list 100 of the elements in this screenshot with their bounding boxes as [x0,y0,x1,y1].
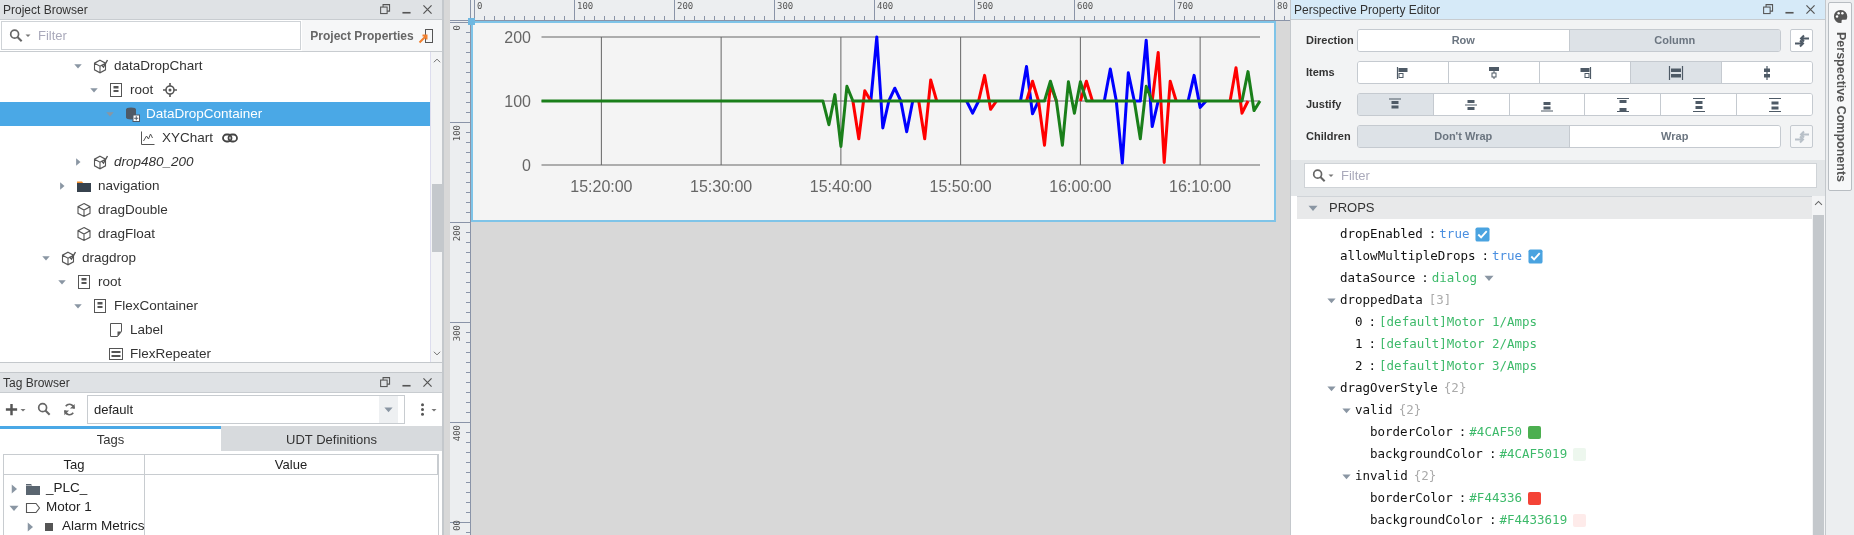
checkbox[interactable] [1475,226,1491,242]
tree-item[interactable]: FlexContainer [0,294,430,318]
property-key[interactable]: 0 [1355,312,1363,332]
filter-field[interactable]: Filter [1304,163,1817,188]
property-key[interactable]: allowMultipleDrops [1340,246,1476,266]
separator: : [1458,488,1467,507]
tree-item[interactable]: FlexRepeater [0,342,430,366]
tree-item[interactable]: drop480_200 [0,150,430,174]
panel-title: Perspective Property Editor [1294,1,1442,19]
tree-item[interactable]: dragFloat [0,222,430,246]
checkbox[interactable] [1528,248,1544,264]
property-key[interactable]: borderColor [1370,422,1453,442]
caret-down-icon[interactable] [73,301,83,311]
close-icon[interactable] [421,376,434,389]
caret-down-icon[interactable] [89,85,99,95]
side-tab[interactable]: Perspective Components [1828,2,1852,192]
tree-item[interactable]: Label [0,318,430,342]
filter-field[interactable]: Filter [1,21,301,50]
color-swatch[interactable] [1528,425,1541,439]
palette-icon [1832,9,1848,24]
justify-button[interactable] [1433,94,1510,115]
caret-down-icon[interactable] [41,253,51,263]
container-icon [76,274,92,290]
color-swatch[interactable] [1528,491,1541,505]
justify-button[interactable] [1737,94,1812,115]
tree-item[interactable]: navigation [0,174,430,198]
property-key[interactable]: dropEnabled [1340,224,1423,244]
justify-button[interactable] [1585,94,1662,115]
separator: : [1368,356,1377,375]
panel-title: Project Browser [3,1,89,19]
column-header[interactable]: Tag [4,455,145,474]
note-icon [108,322,124,338]
tag-name[interactable]: Alarm Metrics [62,516,144,535]
tree-item[interactable]: root [0,270,430,294]
tab[interactable]: UDT Definitions [221,426,442,451]
refresh-icon[interactable] [62,402,77,417]
segment-button[interactable]: Column [1569,30,1780,51]
separator: : [1488,444,1497,463]
segment-button[interactable]: Row [1358,30,1570,51]
segment-button[interactable]: Wrap [1569,126,1780,147]
caret-right-icon[interactable] [73,157,83,167]
cube-check-icon [92,154,108,170]
align-button[interactable] [1449,62,1540,83]
scrollbar-thumb[interactable] [431,184,442,252]
field-label: Items [1306,65,1336,81]
scrollbar-thumb[interactable] [1813,215,1824,535]
align-button[interactable] [1358,62,1449,83]
separator: : [1368,312,1377,331]
property-key[interactable]: dataSource [1340,268,1416,288]
project-properties-button[interactable]: Project Properties [302,20,442,51]
restore-icon[interactable] [1762,3,1775,16]
swap-icon [1793,128,1810,145]
close-icon[interactable] [1804,3,1817,16]
section-header[interactable]: PROPS [1297,196,1812,219]
ruler-label: 300 [453,325,462,342]
property-key[interactable]: droppedData [1340,290,1423,310]
panel-title: Tag Browser [3,374,71,392]
column-header[interactable]: Value [145,455,438,474]
search-icon [1312,168,1327,183]
property-key[interactable]: dragOverStyle [1340,378,1438,398]
restore-icon[interactable] [379,3,392,16]
search-icon[interactable] [37,402,52,417]
resize-handle[interactable] [468,18,475,25]
align-button[interactable] [1540,62,1631,83]
chevron-down-icon[interactable] [431,348,442,358]
caret-right-icon[interactable] [57,181,67,191]
tree-item[interactable]: root [0,78,430,102]
property-key[interactable]: backgroundColor [1370,444,1483,464]
swap-button[interactable] [1790,29,1813,52]
plus-icon[interactable] [4,402,19,417]
tree-item[interactable]: XYChart [0,126,430,150]
y-axis-label: 0 [522,156,531,174]
segment-button[interactable]: Don't Wrap [1358,126,1570,147]
property-key[interactable]: invalid [1355,466,1408,486]
scrollbar[interactable] [1812,196,1825,535]
caret-down-icon[interactable] [57,277,67,287]
field-label: Children [1306,129,1352,145]
justify-button[interactable] [1661,94,1738,115]
caret-down-icon[interactable] [73,61,83,71]
property-key[interactable]: 1 [1355,334,1363,354]
property-key[interactable]: 2 [1355,356,1363,376]
property-key[interactable]: valid [1355,400,1393,420]
tree-item[interactable]: dataDropChart [0,54,430,78]
tree-item[interactable]: dragdrop [0,246,430,270]
chevron-up-icon[interactable] [431,56,442,66]
tag-name[interactable]: Motor 1 [46,497,92,518]
y-axis-label: 200 [504,28,531,46]
restore-icon[interactable] [379,376,392,389]
item-count: {2} [1413,466,1437,485]
property-key[interactable]: backgroundColor [1370,510,1483,530]
ruler-label: 00 [453,520,462,531]
align-button[interactable] [1631,62,1722,83]
scrollbar[interactable] [430,52,442,362]
close-icon[interactable] [421,3,434,16]
tag-name[interactable]: _PLC_ [46,478,88,499]
align-button[interactable] [1722,62,1812,83]
tree-item[interactable]: dragDouble [0,198,430,222]
property-key[interactable]: borderColor [1370,488,1453,508]
provider-dropdown[interactable]: default [87,395,405,424]
x-axis-label: 15:30:00 [690,178,753,195]
